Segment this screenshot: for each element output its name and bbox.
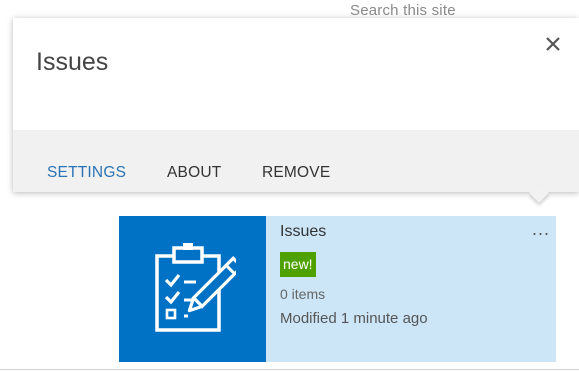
more-options-button[interactable]: ... — [532, 220, 550, 238]
callout-header: Issues — [13, 18, 579, 130]
tile-icon-box[interactable] — [119, 216, 266, 362]
about-link[interactable]: ABOUT — [167, 164, 221, 182]
app-tile-issues[interactable]: Issues new! 0 items Modified 1 minute ag… — [119, 216, 556, 362]
tile-name[interactable]: Issues — [280, 223, 326, 241]
new-badge: new! — [280, 252, 316, 277]
modified-text: Modified 1 minute ago — [280, 310, 428, 327]
search-box-hint[interactable]: Search this site — [350, 2, 456, 19]
close-button[interactable] — [541, 32, 565, 56]
app-callout: Issues SETTINGS ABOUT REMOVE — [13, 18, 579, 192]
settings-link[interactable]: SETTINGS — [47, 164, 126, 182]
callout-actions: SETTINGS ABOUT REMOVE — [13, 130, 579, 192]
remove-link[interactable]: REMOVE — [262, 164, 330, 182]
close-icon — [546, 37, 560, 51]
item-count: 0 items — [280, 286, 326, 302]
divider — [0, 369, 579, 370]
search-placeholder: Search this site — [350, 2, 456, 19]
callout-title: Issues — [36, 48, 109, 76]
clipboard-checklist-icon — [155, 243, 236, 332]
